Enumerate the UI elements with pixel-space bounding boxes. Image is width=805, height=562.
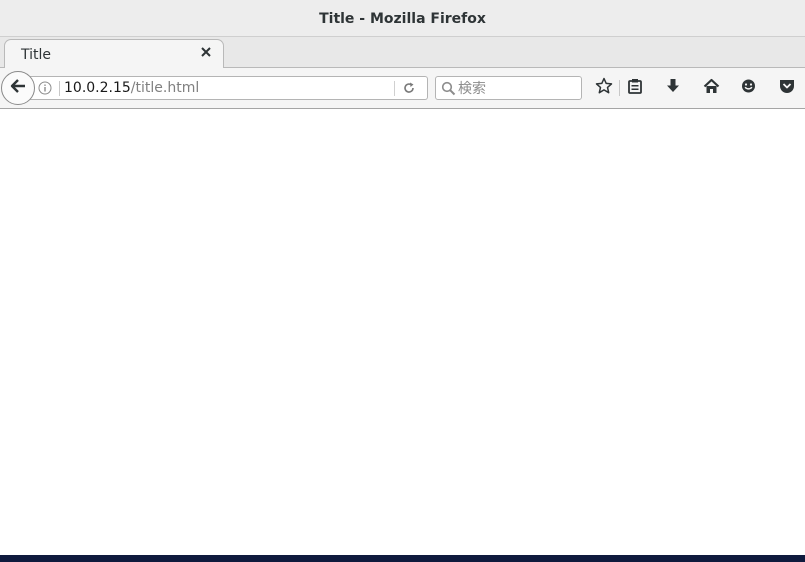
smiley-icon (740, 78, 757, 99)
clipboard-icon (627, 78, 643, 98)
toolbar-divider (619, 80, 620, 96)
back-arrow-icon (9, 77, 27, 99)
url-path: /title.html (130, 80, 200, 96)
url-bar[interactable]: 10.0.2.15/title.html (28, 76, 428, 100)
home-icon (703, 78, 720, 99)
close-icon[interactable] (199, 46, 213, 60)
navigation-toolbar: 10.0.2.15/title.html (0, 68, 805, 109)
search-bar[interactable] (435, 76, 582, 100)
pocket-icon (778, 78, 796, 99)
tab-label: Title (21, 46, 52, 63)
hello-button[interactable] (738, 78, 758, 98)
window-titlebar: Title - Mozilla Firefox (0, 0, 805, 37)
desktop-background (0, 555, 805, 562)
url-text[interactable]: 10.0.2.15/title.html (64, 80, 199, 96)
page-content (0, 109, 805, 555)
tab-title[interactable]: Title (4, 39, 224, 69)
url-host: 10.0.2.15 (64, 80, 131, 96)
info-icon[interactable] (38, 81, 52, 95)
bookmark-star-button[interactable] (594, 77, 614, 99)
home-button[interactable] (701, 78, 721, 98)
search-icon (441, 81, 456, 96)
back-button[interactable] (1, 71, 35, 105)
reload-icon[interactable] (402, 81, 416, 95)
download-arrow-icon (665, 78, 681, 98)
pocket-button[interactable] (777, 78, 797, 98)
url-divider (59, 81, 60, 96)
star-icon (595, 77, 613, 99)
downloads-button[interactable] (663, 78, 683, 98)
search-input[interactable] (458, 79, 576, 98)
tab-strip: Title (0, 37, 805, 97)
window-title: Title - Mozilla Firefox (319, 10, 486, 27)
url-divider-right (394, 81, 395, 96)
library-button[interactable] (625, 78, 645, 98)
